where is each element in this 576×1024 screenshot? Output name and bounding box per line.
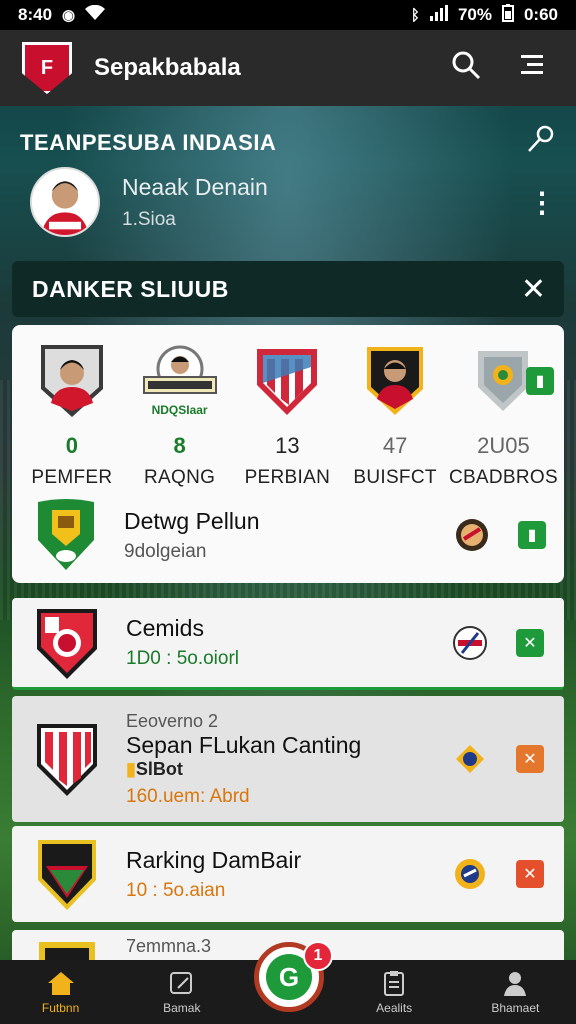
item-name: Detwg Pellun	[124, 507, 260, 534]
close-icon[interactable]: ✕	[521, 272, 546, 307]
ranking-column[interactable]: 13 PERBIAN	[233, 341, 341, 489]
app-logo-text: F	[40, 56, 54, 79]
ranking-column[interactable]: ▮ 2U05 CBADBROS	[449, 341, 558, 489]
list-action-button[interactable]: ✕	[516, 628, 544, 657]
club-shield-icon	[257, 349, 318, 415]
list-item[interactable]: Eeoverno 2 Sepan FLukan Canting ▮SlBot 1…	[12, 696, 564, 822]
status-time: 8:40	[18, 5, 53, 24]
item-subtitle: 10 : 5o.aian	[126, 879, 226, 901]
profile-icon	[502, 970, 528, 998]
item-name: Sepan FLukan Canting	[126, 731, 362, 758]
item-tag: ▮SlBot	[126, 758, 183, 779]
signal-icon	[429, 5, 448, 25]
player-avatar	[30, 167, 100, 237]
clipboard-icon	[381, 970, 407, 998]
item-kicker: Eeoverno 2	[126, 710, 219, 731]
item-subtitle: 9dolgeian	[124, 540, 207, 562]
search-icon	[452, 51, 481, 79]
player-name: Neaak Denain	[122, 173, 268, 200]
mini-crest-icon	[452, 625, 488, 661]
player-shield-icon	[40, 345, 103, 417]
app-bar: F Sepakbabala	[0, 30, 576, 106]
nav-label: Bhamaet	[491, 1000, 540, 1015]
item-kicker: 7emmna.3	[126, 936, 212, 956]
mini-crest-icon	[452, 741, 488, 777]
notification-badge: 1	[303, 941, 333, 971]
edit-icon	[168, 970, 196, 998]
record-icon: ◉	[62, 7, 76, 24]
more-options-icon[interactable]: ⋮	[528, 186, 556, 219]
rank-label: PEMFER	[31, 467, 113, 488]
ranking-column[interactable]: 47 BUISFCT	[341, 341, 449, 489]
whistle-icon	[528, 125, 554, 152]
mini-crest-icon	[454, 517, 490, 553]
rank-label: CBADBROS	[448, 467, 558, 488]
wifi-icon	[85, 4, 106, 25]
list-item[interactable]: Rarking DamBair 10 : 5o.aian ✕	[12, 826, 564, 922]
nav-item-home[interactable]: Futbnn	[11, 970, 111, 1015]
nav-label: Aealits	[376, 1000, 413, 1015]
rank-label: PERBIAN	[244, 467, 331, 488]
item-name: Cemids	[126, 615, 204, 641]
status-clock-right: 0:60	[523, 5, 558, 24]
grey-shield-icon	[478, 351, 529, 411]
ranking-card: 0 PEMFER NDQSIaar 8 RAQNG 13 PERBIAN 47 …	[12, 325, 564, 583]
player-shield-icon	[367, 347, 424, 415]
rank-label: RAQNG	[144, 467, 216, 488]
crest-caption: NDQSIaar	[151, 403, 208, 417]
team-player-row[interactable]: Neaak Denain 1.Sioa ⋮	[30, 162, 556, 242]
rank-value: 8	[173, 433, 186, 458]
team-action-button[interactable]	[526, 124, 556, 161]
fab-button[interactable]: G 1	[254, 941, 333, 1012]
menu-icon	[521, 54, 543, 74]
menu-button[interactable]	[510, 52, 554, 85]
red-shield-icon	[37, 608, 97, 679]
battery-icon	[501, 4, 514, 26]
nav-item-profile[interactable]: Bhamaet	[465, 970, 565, 1015]
crest-icon	[142, 345, 217, 394]
nav-item-results[interactable]: Aealits	[344, 970, 444, 1015]
nav-label: Futbnn	[41, 1000, 80, 1015]
green-shield-icon	[38, 499, 94, 570]
banner-title: DANKER SLIUUB	[32, 275, 229, 302]
status-bar: 8:40 ◉ ᛒ 70% 0:60	[0, 0, 576, 30]
ranking-columns: 0 PEMFER NDQSIaar 8 RAQNG 13 PERBIAN 47 …	[12, 325, 564, 489]
list-action-button[interactable]: ✕	[516, 860, 544, 888]
team-header: TEANPESUBA INDASIA	[20, 124, 556, 161]
mini-crest-icon	[452, 856, 488, 892]
item-subtitle: 160.uem: Abrd	[126, 785, 250, 807]
bluetooth-icon: ᛒ	[410, 6, 420, 24]
ranking-column[interactable]: 0 PEMFER	[18, 341, 126, 489]
striped-shield-icon	[37, 724, 97, 796]
nav-label: Bamak	[163, 1000, 201, 1015]
rank-value: 13	[275, 433, 300, 458]
player-subtitle: 1.Sioa	[122, 208, 176, 230]
search-button[interactable]	[444, 50, 488, 87]
club-banner: DANKER SLIUUB ✕	[12, 261, 564, 317]
app-logo[interactable]: F	[22, 42, 72, 94]
rank-value: 0	[65, 433, 78, 458]
app-title: Sepakbabala	[94, 54, 241, 81]
rank-value: 47	[382, 433, 408, 458]
briefcase-icon[interactable]: ▮	[525, 367, 554, 395]
item-name: Rarking DamBair	[126, 846, 302, 873]
ranking-item[interactable]: Detwg Pellun 9dolgeian ▮	[34, 497, 546, 573]
rank-label: BUISFCT	[353, 467, 437, 488]
ranking-column[interactable]: NDQSIaar 8 RAQNG	[126, 341, 234, 489]
list-item[interactable]: Cemids 1D0 : 5o.oiorl ✕	[12, 598, 564, 690]
list-action-button[interactable]: ✕	[516, 745, 544, 773]
home-icon	[46, 970, 76, 998]
rank-value: 2U05	[477, 433, 530, 458]
battery-percent: 70%	[457, 5, 492, 24]
team-title: TEANPESUBA INDASIA	[20, 129, 277, 155]
nav-item-edit[interactable]: Bamak	[132, 970, 232, 1015]
gold-shield-icon	[38, 840, 96, 910]
briefcase-icon[interactable]: ▮	[518, 521, 546, 549]
item-subtitle: 1D0 : 5o.oiorl	[126, 648, 240, 669]
